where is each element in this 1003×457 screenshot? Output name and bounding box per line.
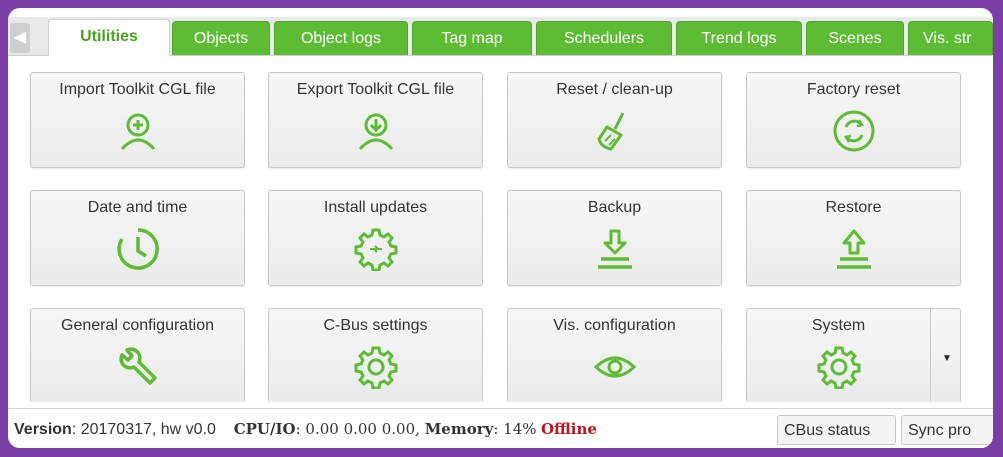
cbus-settings-button[interactable]: C-Bus settings [268, 308, 483, 401]
offline-status: Offline [540, 420, 597, 438]
export-user-icon [354, 109, 398, 153]
import-toolkit-button[interactable]: Import Toolkit CGL file [30, 72, 245, 168]
tile-label: Date and time [87, 199, 188, 216]
app-window: ◀ Utilities Objects Object logs Tag map … [8, 8, 993, 448]
broom-icon [593, 109, 637, 153]
reset-cleanup-button[interactable]: Reset / clean-up [507, 72, 722, 168]
tile-label: Restore [825, 199, 882, 216]
gear-icon [817, 345, 861, 390]
tab-object-logs[interactable]: Object logs [274, 21, 408, 55]
cpu-value: : 0.00 0.00 0.00 [295, 420, 416, 438]
install-updates-button[interactable]: Install updates [268, 190, 483, 286]
tab-vis-structure[interactable]: Vis. str [908, 21, 993, 55]
date-time-button[interactable]: Date and time [30, 190, 245, 286]
gear-icon [354, 345, 398, 390]
general-configuration-button[interactable]: General configuration [30, 308, 245, 401]
tab-tag-map[interactable]: Tag map [412, 21, 532, 55]
factory-reset-button[interactable]: Factory reset [746, 72, 961, 168]
restore-button[interactable]: Restore [746, 190, 961, 286]
arrow-left-icon: ◀ [13, 29, 27, 46]
refresh-circle-icon [832, 109, 876, 153]
tab-bar: ◀ Utilities Objects Object logs Tag map … [8, 17, 993, 56]
version-value: : 20170317, hw v0.0 [71, 421, 216, 438]
status-text: Version: 20170317, hw v0.0 CPU/IO: 0.00 … [14, 420, 597, 438]
version-label: Version [14, 421, 72, 438]
cbus-status-button[interactable]: CBus status [777, 415, 896, 445]
tab-utilities[interactable]: Utilities [48, 19, 170, 56]
tile-label: Backup [587, 199, 642, 216]
memory-value: : 14% [493, 420, 537, 438]
tile-label: Import Toolkit CGL file [59, 81, 216, 98]
utilities-grid: Import Toolkit CGL file Export Toolkit C… [8, 56, 993, 401]
tile-label: Factory reset [806, 81, 901, 98]
backup-button[interactable]: Backup [507, 190, 722, 286]
cpu-label: CPU/IO [233, 420, 296, 438]
backup-icon [593, 227, 637, 271]
tile-label: Install updates [323, 199, 428, 216]
export-toolkit-button[interactable]: Export Toolkit CGL file [268, 72, 483, 168]
vis-configuration-button[interactable]: Vis. configuration [507, 308, 722, 401]
restore-icon [832, 227, 876, 271]
tile-label: Vis. configuration [553, 317, 676, 334]
memory-label: Memory [424, 420, 494, 438]
tab-scroll-left-button[interactable]: ◀ [10, 23, 30, 53]
gear-update-icon [354, 227, 398, 272]
tile-label: Export Toolkit CGL file [296, 81, 455, 98]
eye-icon [593, 345, 637, 389]
status-bar: Version: 20170317, hw v0.0 CPU/IO: 0.00 … [8, 408, 993, 448]
tile-label: General configuration [61, 317, 214, 334]
sync-project-button[interactable]: Sync pro [901, 415, 993, 445]
wrench-icon [116, 345, 160, 389]
tile-label: C-Bus settings [323, 317, 428, 334]
tab-objects[interactable]: Objects [172, 21, 270, 55]
system-button[interactable]: System ▼ [746, 308, 961, 401]
tab-trend-logs[interactable]: Trend logs [676, 21, 802, 55]
tab-schedulers[interactable]: Schedulers [536, 21, 672, 55]
import-user-icon [116, 109, 160, 153]
clock-icon [116, 227, 160, 271]
tile-label: System [811, 317, 866, 334]
tab-scenes[interactable]: Scenes [806, 21, 904, 55]
caret-down-icon: ▼ [942, 353, 952, 364]
tile-label: Reset / clean-up [556, 81, 673, 98]
system-dropdown-toggle[interactable]: ▼ [930, 309, 960, 401]
